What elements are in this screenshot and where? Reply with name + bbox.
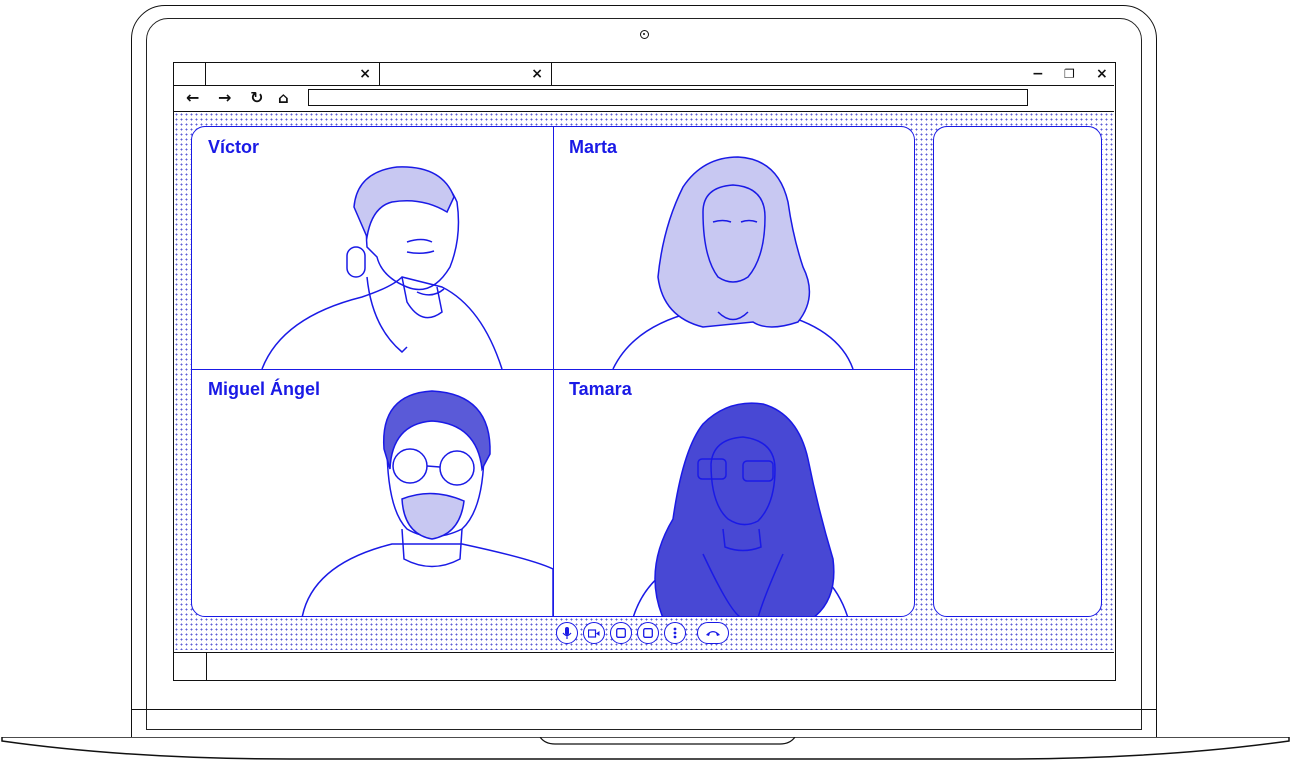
call-controls: [174, 622, 1114, 652]
participant-name: Víctor: [208, 137, 260, 157]
minimize-button[interactable]: −: [1032, 64, 1044, 84]
participant-illustration: [301, 390, 553, 616]
participant-tile[interactable]: Víctor: [192, 127, 553, 369]
webcam-icon: [640, 30, 649, 39]
participant-illustration: [612, 156, 854, 369]
navigation-bar: ← → ↻ ⌂: [174, 85, 1114, 112]
grid-divider: [553, 127, 554, 616]
address-bar[interactable]: [308, 89, 1028, 106]
participant-illustration: [632, 402, 849, 616]
restore-button[interactable]: ❐: [1064, 64, 1075, 84]
forward-button[interactable]: →: [218, 87, 231, 109]
browser-window: × × − ❐ × ← → ↻ ⌂ Víctor Marta Miguel Án…: [173, 62, 1116, 681]
tab[interactable]: ×: [206, 63, 380, 85]
participant-name: Tamara: [569, 379, 632, 399]
microphone-icon[interactable]: [556, 622, 578, 644]
more-icon[interactable]: [664, 622, 686, 644]
status-divider: [206, 653, 207, 680]
back-button[interactable]: ←: [186, 87, 199, 109]
participant-tile[interactable]: Miguel Ángel: [192, 369, 553, 616]
hang-up-icon[interactable]: [697, 622, 729, 644]
bezel-bottom-line: [131, 709, 1157, 710]
participant-name: Miguel Ángel: [208, 379, 320, 399]
reload-button[interactable]: ↻: [250, 87, 263, 109]
close-tab-icon[interactable]: ×: [531, 65, 543, 83]
video-grid: Víctor Marta Miguel Ángel Tamara: [191, 126, 915, 617]
camera-icon[interactable]: [583, 622, 605, 644]
grid-divider: [192, 369, 914, 370]
status-bar: [174, 652, 1114, 680]
tab[interactable]: ×: [380, 63, 552, 85]
home-button[interactable]: ⌂: [278, 87, 289, 109]
close-window-button[interactable]: ×: [1096, 64, 1108, 84]
laptop-base: [1, 737, 1290, 760]
tab-spacer: [174, 63, 206, 85]
video-call-page: Víctor Marta Miguel Ángel Tamara: [174, 112, 1114, 650]
participant-tile[interactable]: Tamara: [553, 369, 914, 616]
close-tab-icon[interactable]: ×: [359, 65, 371, 83]
participant-tile[interactable]: Marta: [553, 127, 914, 369]
participant-name: Marta: [569, 137, 618, 157]
participant-illustration: [261, 166, 503, 369]
screen-share-icon[interactable]: [610, 622, 632, 644]
tab-bar: × × − ❐ ×: [174, 63, 1114, 86]
window-icon[interactable]: [637, 622, 659, 644]
side-panel[interactable]: [933, 126, 1102, 617]
